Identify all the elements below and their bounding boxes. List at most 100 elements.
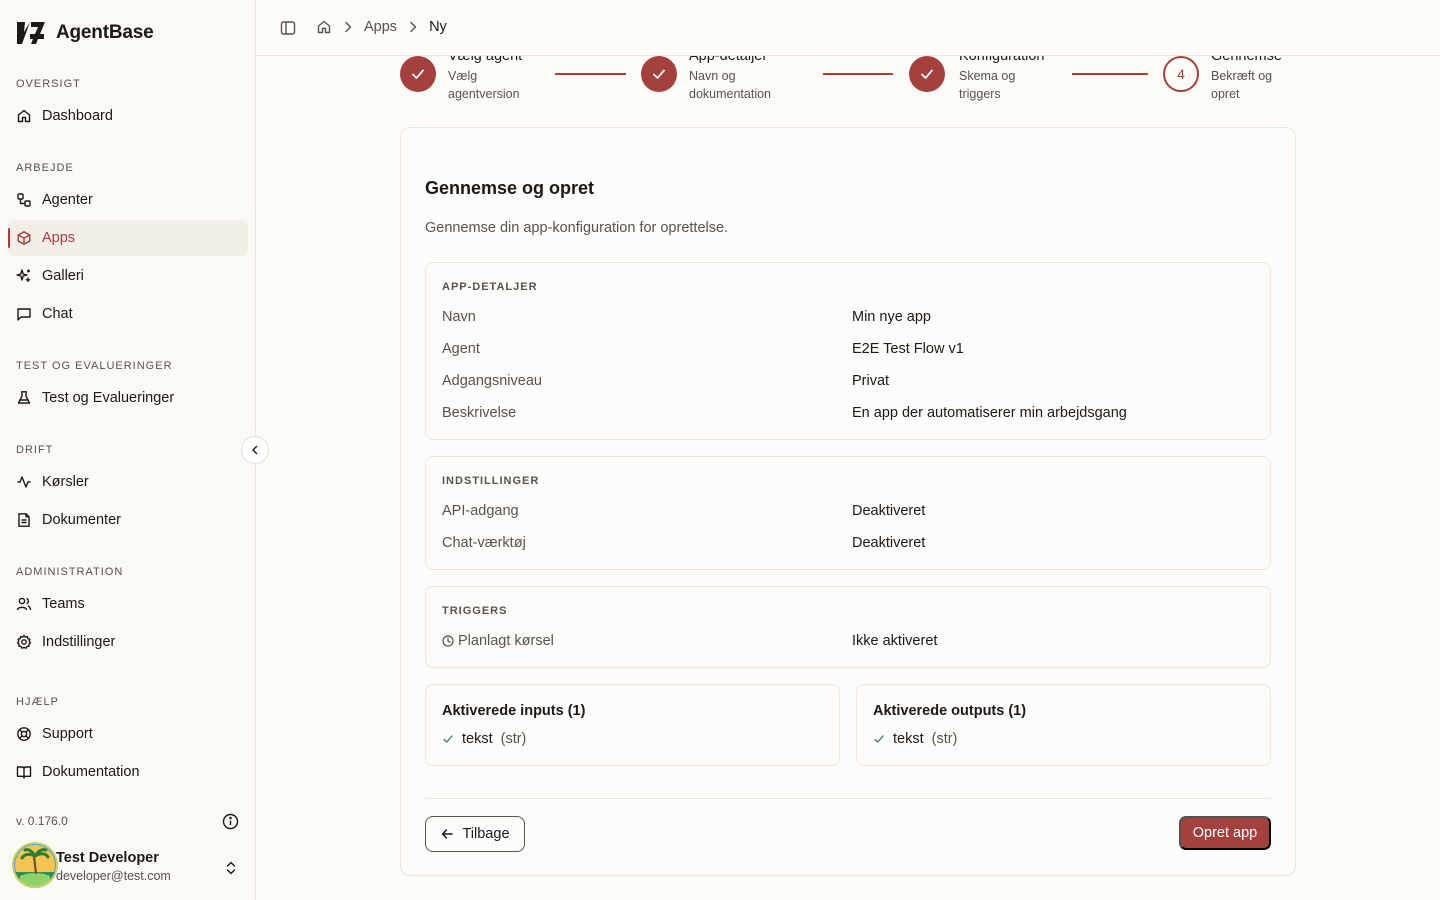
sidebar-item-label: Test og Evalueringer (42, 390, 175, 406)
check-icon (412, 69, 424, 79)
sidebar-item-support[interactable]: Support (8, 716, 248, 752)
sidebar-item-chat[interactable]: Chat (8, 296, 248, 332)
nav-section-hjaelp: HJÆLP Support Dokumentation (0, 694, 256, 790)
nav-section-test: TEST OG EVALUERINGER Test og Evalueringe… (0, 358, 256, 416)
step-connector (823, 73, 893, 75)
panel-label: TRIGGERS (442, 605, 508, 617)
section-label: OVERSIGT (16, 78, 81, 90)
section-label: ARBEJDE (16, 162, 74, 174)
app-version: v. 0.176.0 (16, 814, 68, 828)
check-icon (443, 735, 453, 743)
sidebar-item-test-og-evalueringer[interactable]: Test og Evalueringer (8, 380, 248, 416)
chevron-left-icon (252, 445, 258, 455)
section-label: ADMINISTRATION (16, 566, 124, 578)
detail-key: Agent (442, 341, 480, 357)
sidebar-item-dokumentation[interactable]: Dokumentation (8, 754, 248, 790)
settings-row-chat: Chat-værktøj Deaktiveret (442, 527, 1256, 559)
app-details-panel: APP-DETALJER Navn Min nye app Agent E2E … (425, 262, 1271, 440)
breadcrumb: Apps Ny (316, 19, 447, 35)
step-connector (555, 73, 626, 75)
step-4-subtitle: Bekræft og opret (1211, 69, 1273, 101)
sidebar-item-dashboard[interactable]: Dashboard (8, 98, 248, 134)
output-item: tekst (str) (873, 731, 957, 747)
page-description: Gennemse din app-konfiguration for opret… (425, 220, 729, 236)
footer-divider (425, 798, 1271, 799)
sidebar-item-agenter[interactable]: Agenter (8, 182, 248, 218)
document-icon (18, 513, 30, 527)
book-icon (16, 766, 32, 779)
user-email: developer@test.com (56, 869, 171, 883)
step-2-subtitle: Navn og dokumentation (689, 69, 772, 101)
chevron-right-icon (410, 21, 417, 33)
step-4-number: 4 (1177, 66, 1185, 82)
back-button-label: Tilbage (462, 826, 510, 842)
detail-value: En app der automatiserer min arbejdsgang (852, 405, 1127, 421)
outputs-title: Aktiverede outputs (1) (873, 703, 1027, 719)
enabled-outputs-panel: Aktiverede outputs (1) tekst (str) (856, 684, 1271, 766)
box-icon (17, 231, 31, 245)
activity-icon (17, 476, 31, 488)
sidebar-item-dokumenter[interactable]: Dokumenter (8, 502, 248, 538)
back-button[interactable]: Tilbage (425, 816, 525, 852)
avatar (12, 842, 58, 888)
sidebar-item-label: Indstillinger (42, 634, 116, 650)
review-card: Gennemse og opret Gennemse din app-konfi… (400, 127, 1296, 876)
nav-section-arbejde: ARBEJDE Agenter Apps Galleri Chat (0, 160, 256, 332)
trigger-row-schedule: Planlagt kørsel Ikke aktiveret (442, 625, 1256, 657)
sidebar-item-label: Chat (42, 306, 73, 322)
sidebar-item-label: Agenter (42, 192, 93, 208)
sidebar-item-label: Dokumentation (42, 764, 140, 780)
panel-label: INDSTILLINGER (442, 475, 540, 487)
output-name: tekst (893, 731, 924, 747)
detail-row-name: Navn Min nye app (442, 301, 1256, 333)
settings-key: Chat-værktøj (442, 535, 526, 551)
clock-icon (442, 635, 454, 647)
sidebar-item-apps[interactable]: Apps (8, 220, 248, 256)
sidebar-item-label: Teams (42, 596, 85, 612)
sparkles-icon (16, 269, 31, 282)
step-3-subtitle: Skema og triggers (959, 69, 1016, 101)
sidebar-item-label: Dokumenter (42, 512, 121, 528)
sidebar-item-indstillinger[interactable]: Indstillinger (8, 624, 248, 660)
stepper: Vælg agent Vælg agentversion App-detalje… (256, 56, 1440, 112)
create-app-button[interactable]: Opret app (1179, 816, 1271, 850)
output-type: (str) (931, 731, 958, 747)
settings-value: Deaktiveret (852, 535, 926, 551)
breadcrumb-current: Ny (429, 19, 447, 35)
brand-name: AgentBase (56, 22, 154, 43)
user-name: Test Developer (56, 850, 159, 866)
chevron-right-icon (345, 21, 352, 33)
sidebar-item-korsler[interactable]: Kørsler (8, 464, 248, 500)
home-icon[interactable] (316, 19, 332, 35)
settings-value: Deaktiveret (852, 503, 926, 519)
enabled-inputs-panel: Aktiverede inputs (1) tekst (str) (425, 684, 840, 766)
sidebar-collapse-button[interactable] (241, 436, 269, 464)
sidebar-toggle-icon[interactable] (280, 20, 296, 36)
sidebar-item-galleri[interactable]: Galleri (8, 258, 248, 294)
check-icon (874, 735, 884, 743)
breadcrumb-apps[interactable]: Apps (364, 19, 397, 35)
users-icon (16, 597, 32, 611)
detail-row-access: Adgangsniveau Privat (442, 365, 1256, 397)
detail-row-description: Beskrivelse En app der automatiserer min… (442, 397, 1256, 429)
step-2-circle (641, 56, 677, 92)
panel-label: APP-DETALJER (442, 281, 538, 293)
step-3-circle (909, 56, 945, 92)
gear-icon (16, 634, 32, 649)
input-item: tekst (str) (442, 731, 526, 747)
trigger-value: Ikke aktiveret (852, 633, 938, 649)
section-label: TEST OG EVALUERINGER (16, 360, 173, 372)
brand[interactable]: AgentBase (16, 20, 154, 46)
check-icon (653, 69, 665, 79)
detail-row-agent: Agent E2E Test Flow v1 (442, 333, 1256, 365)
sidebar-item-teams[interactable]: Teams (8, 586, 248, 622)
chat-icon (17, 308, 31, 321)
settings-panel: INDSTILLINGER API-adgang Deaktiveret Cha… (425, 456, 1271, 570)
detail-value: Min nye app (852, 309, 931, 325)
user-menu[interactable]: Test Developer developer@test.com (12, 840, 248, 888)
info-icon[interactable] (222, 813, 239, 830)
sidebar-item-label: Kørsler (42, 474, 89, 490)
home-icon (17, 109, 31, 123)
check-icon (921, 69, 933, 79)
detail-key: Adgangsniveau (442, 373, 542, 389)
